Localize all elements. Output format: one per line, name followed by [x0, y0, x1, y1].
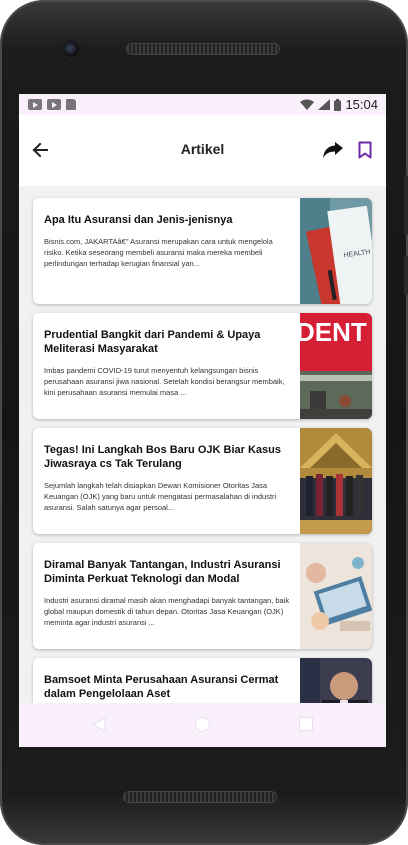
article-snippet: Bisnis.com, JAKARTAâ€" Asuransi merupaka…: [44, 237, 273, 268]
share-icon: [323, 142, 343, 158]
back-triangle-icon[interactable]: [92, 717, 106, 732]
volume-button: [404, 175, 408, 235]
article-snippet: Imbas pandemi COVID-19 turut menyentuh k…: [44, 366, 285, 397]
article-title: Apa Itu Asuransi dan Jenis-jenisnya: [44, 214, 233, 226]
youtube-icon: [47, 99, 61, 110]
article-list: Apa Itu Asuransi dan Jenis-jenisnya Bisn…: [33, 198, 372, 747]
article-card[interactable]: Apa Itu Asuransi dan Jenis-jenisnya Bisn…: [33, 198, 372, 304]
article-title: Diramal Banyak Tantangan, Industri Asura…: [44, 559, 281, 585]
prudential-sign-text: DENT: [300, 317, 367, 347]
wifi-icon: [300, 99, 315, 110]
bookmark-icon: [358, 141, 372, 159]
power-button: [404, 255, 408, 295]
article-title: Bamsoet Minta Perusahaan Asuransi Cermat…: [44, 674, 279, 700]
ojk-officials-photo: [300, 428, 372, 534]
article-snippet: Industri asuransi diramal masih akan men…: [44, 596, 290, 627]
home-circle-icon[interactable]: [195, 717, 210, 732]
youtube-icon: [28, 99, 42, 110]
article-snippet: Sejumlah langkah telah disiapkan Dewan K…: [44, 481, 277, 512]
front-camera: [63, 41, 79, 57]
article-card[interactable]: Tegas! Ini Langkah Bos Baru OJK Biar Kas…: [33, 428, 372, 534]
battery-icon: [334, 98, 342, 111]
share-button[interactable]: [321, 137, 345, 163]
screen: 15:04 Artikel Apa Itu Asuransi dan Jenis…: [19, 94, 386, 747]
article-card[interactable]: Prudential Bangkit dari Pandemi & Upaya …: [33, 313, 372, 419]
article-title: Prudential Bangkit dari Pandemi & Upaya …: [44, 329, 261, 355]
health-insurance-photo: HEALTH: [300, 198, 372, 304]
recents-square-icon[interactable]: [299, 717, 313, 731]
bookmark-button[interactable]: [354, 137, 376, 163]
laptop-work-photo: [300, 543, 372, 649]
system-nav-bar: [19, 703, 386, 747]
top-speaker: [127, 44, 279, 54]
bottom-speaker: [124, 792, 276, 802]
phone-frame: 15:04 Artikel Apa Itu Asuransi dan Jenis…: [0, 0, 408, 845]
signal-icon: [318, 99, 331, 110]
app-bar: Artikel: [19, 115, 386, 186]
article-title: Tegas! Ini Langkah Bos Baru OJK Biar Kas…: [44, 444, 281, 470]
prudential-building-photo: DENT: [300, 313, 372, 419]
sd-card-icon: [66, 99, 76, 110]
article-card[interactable]: Diramal Banyak Tantangan, Industri Asura…: [33, 543, 372, 649]
status-time: 15:04: [345, 97, 378, 112]
status-bar: 15:04: [19, 94, 386, 115]
